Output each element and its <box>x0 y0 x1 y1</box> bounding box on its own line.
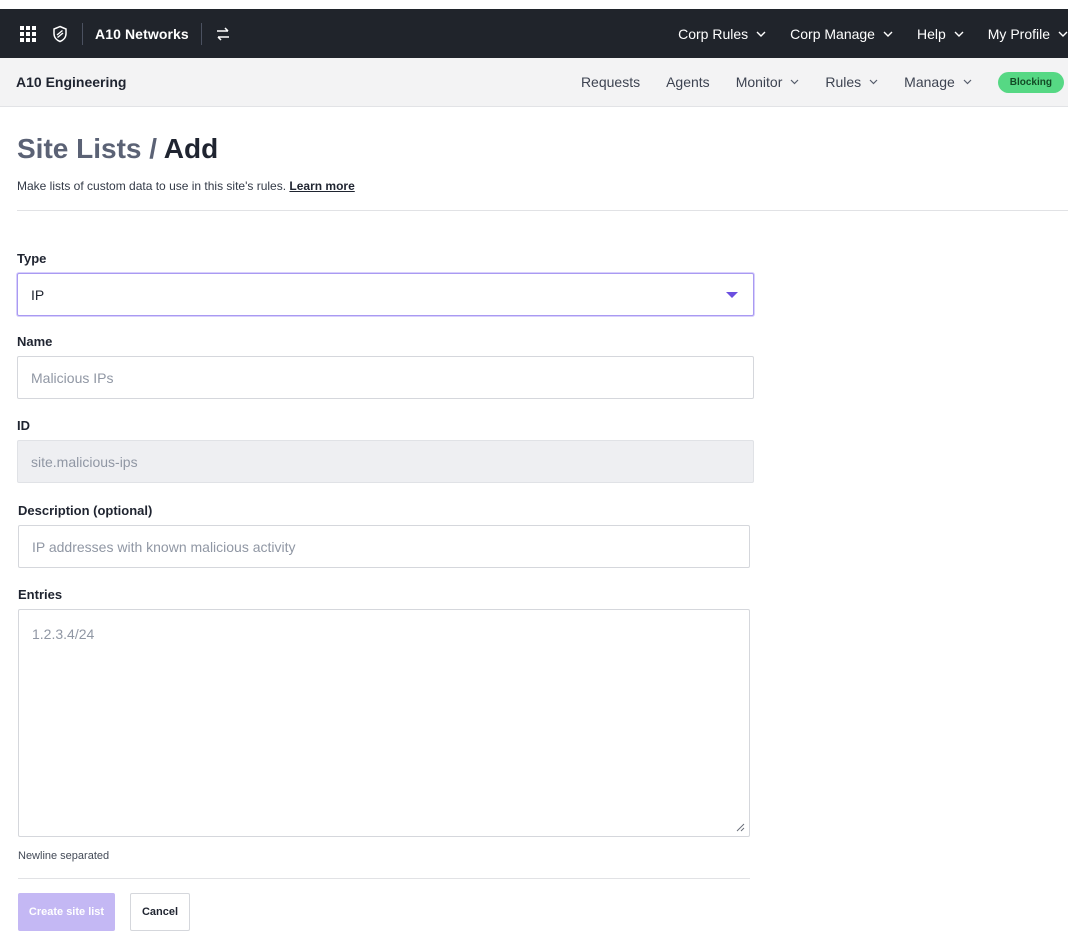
type-select[interactable]: IP <box>17 273 754 316</box>
nav-rules-label: Rules <box>825 74 862 90</box>
id-input: site.malicious-ips <box>17 440 754 483</box>
nav-requests-label: Requests <box>580 74 641 90</box>
corp-manage-label: Corp Manage <box>790 25 875 42</box>
nav-rules[interactable]: Rules <box>825 74 878 90</box>
learn-more-link[interactable]: Learn more <box>289 179 354 193</box>
entries-hint: Newline separated <box>18 850 110 862</box>
agent-mode-status-badge[interactable]: Blocking <box>997 71 1064 93</box>
shield-logo-icon[interactable] <box>50 24 70 44</box>
chevron-down-icon <box>883 31 893 37</box>
my-profile-label: My Profile <box>987 25 1050 42</box>
page-description-text: Make lists of custom data to use in this… <box>17 179 290 193</box>
chevron-down-icon <box>756 31 766 37</box>
site-nav: Requests Agents Monitor Rules Manage Blo… <box>555 58 1068 106</box>
nav-agents-label: Agents <box>666 74 710 90</box>
header-divider <box>82 22 83 45</box>
site-header: A10 Engineering Requests Agents Monitor … <box>0 58 1068 107</box>
switch-org-icon[interactable] <box>214 25 232 43</box>
nav-monitor[interactable]: Monitor <box>736 74 800 90</box>
org-name[interactable]: A10 Networks <box>95 26 189 42</box>
type-select-value: IP <box>31 286 45 303</box>
cancel-button[interactable]: Cancel <box>130 893 190 931</box>
global-header: A10 Networks Corp Rules Corp Manage Help… <box>0 9 1068 58</box>
create-site-list-button[interactable]: Create site list <box>18 893 115 931</box>
help-menu[interactable]: Help <box>917 26 964 42</box>
name-input[interactable]: Malicious IPs <box>17 356 754 399</box>
form-footer-divider <box>18 878 750 879</box>
help-label: Help <box>916 25 946 42</box>
breadcrumb-site-lists[interactable]: Site Lists <box>17 133 141 164</box>
entries-textarea[interactable]: 1.2.3.4/24 <box>18 609 750 837</box>
breadcrumb-separator: / <box>141 133 164 164</box>
header-divider-line <box>17 210 1068 211</box>
page-title: Site Lists / Add <box>17 133 218 165</box>
header-divider <box>200 22 202 45</box>
caret-down-icon <box>726 292 738 298</box>
chevron-down-icon <box>790 79 799 85</box>
corp-rules-label: Corp Rules <box>678 25 749 42</box>
nav-requests[interactable]: Requests <box>581 74 640 90</box>
description-input[interactable]: IP addresses with known malicious activi… <box>18 525 750 568</box>
nav-monitor-label: Monitor <box>735 74 783 90</box>
nav-manage-label: Manage <box>904 74 955 90</box>
resize-handle-icon[interactable] <box>735 822 745 832</box>
chevron-down-icon <box>963 79 972 85</box>
corp-rules-menu[interactable]: Corp Rules <box>678 26 766 42</box>
my-profile-menu[interactable]: My Profile <box>988 26 1068 42</box>
nav-manage[interactable]: Manage <box>904 74 972 90</box>
id-label: ID <box>17 418 30 433</box>
header-right: Corp Rules Corp Manage Help My Profile <box>654 9 1068 58</box>
breadcrumb-current: Add <box>163 133 219 164</box>
chevron-down-icon <box>869 79 878 85</box>
header-left: A10 Networks <box>0 9 232 58</box>
chevron-down-icon <box>954 31 964 37</box>
description-label: Description (optional) <box>18 503 153 518</box>
page-description: Make lists of custom data to use in this… <box>17 179 355 193</box>
site-name[interactable]: A10 Engineering <box>16 74 126 90</box>
corp-manage-menu[interactable]: Corp Manage <box>790 26 893 42</box>
chevron-down-icon <box>1058 31 1068 37</box>
name-label: Name <box>17 334 53 349</box>
nav-agents[interactable]: Agents <box>666 74 710 90</box>
apps-grid-icon[interactable] <box>20 25 36 42</box>
entries-label: Entries <box>18 587 63 602</box>
type-label: Type <box>17 251 47 266</box>
entries-placeholder: 1.2.3.4/24 <box>32 626 95 642</box>
